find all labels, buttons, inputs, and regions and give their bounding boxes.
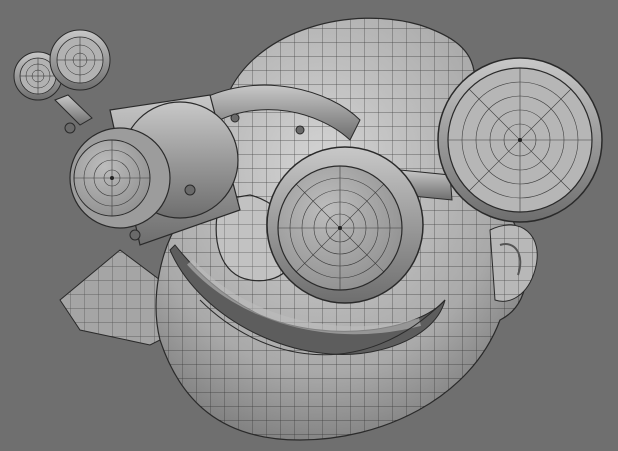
ear-mesh	[489, 224, 538, 302]
model-render	[13, 17, 603, 441]
flip-up-lens	[437, 57, 603, 223]
goggle-lens-large	[266, 146, 424, 304]
magnifier-lenses	[13, 29, 111, 134]
3d-viewport[interactable]	[0, 0, 618, 451]
